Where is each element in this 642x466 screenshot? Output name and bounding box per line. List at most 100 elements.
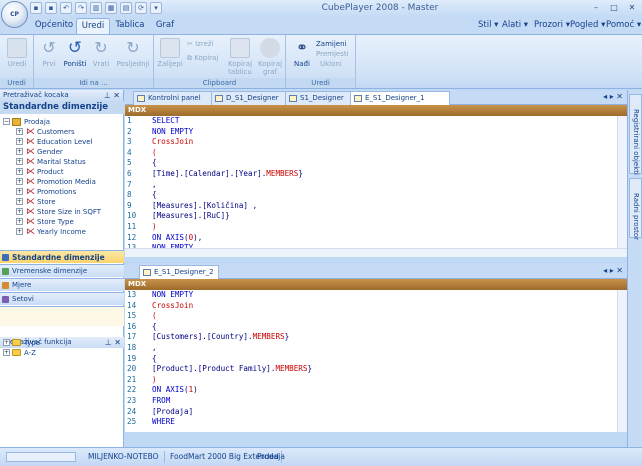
posljednji-button[interactable]: ↻ Posljednji (114, 38, 152, 68)
expand-icon[interactable]: + (16, 218, 23, 225)
code-text: CrossJoin (152, 300, 194, 310)
save-icon[interactable]: ▪ (30, 2, 42, 14)
code-text: FROM (152, 395, 171, 405)
customize-icon[interactable]: ▾ (150, 2, 162, 14)
nav-mjere[interactable]: Mjere (0, 278, 124, 291)
kopiraj-graf-button[interactable]: Kopiraj graf (256, 38, 284, 76)
document-tabs: Kontrolni panel D_S1_Designer S1_Designe… (125, 90, 627, 105)
code-text: , (152, 179, 157, 189)
tab-e-s1-designer-1[interactable]: E_S1_Designer_1 (350, 91, 450, 105)
first-icon: ↺ (42, 38, 56, 57)
tree-a-z[interactable]: + A-Z (0, 348, 124, 358)
refresh-icon[interactable]: ⟳ (135, 2, 147, 14)
zalijepi-button[interactable]: Zalijepi (157, 38, 183, 68)
binoculars-icon: ⚭ (296, 40, 308, 56)
menu-stil[interactable]: Stil ▾ (478, 18, 498, 33)
tab-s1-designer[interactable]: S1_Designer (285, 91, 353, 105)
code-text: [Product].[Product Family].MEMBERS} (152, 364, 313, 374)
dimension-icon: ⋉ (26, 137, 35, 147)
tree-dimension-item[interactable]: + ⋉ Promotions (0, 187, 124, 197)
group-uredi-1: Uredi Uredi (0, 35, 34, 88)
tree-dimension-item[interactable]: + ⋉ Product (0, 167, 124, 177)
tab-tablica[interactable]: Tablica (112, 18, 148, 34)
expand-icon[interactable]: + (16, 138, 23, 145)
minimize-icon[interactable]: – (588, 2, 604, 14)
tree-cube-prodaja[interactable]: − Prodaja (0, 117, 124, 127)
menu-prozori[interactable]: Prozori ▾ (534, 18, 570, 33)
tab-nav-close-icons[interactable]: ◂ ▸ ✕ (603, 266, 623, 275)
prvi-button[interactable]: ↺ Prvi (38, 38, 60, 68)
document-icon (143, 269, 151, 276)
dimension-icon: ⋉ (26, 177, 35, 187)
tree-dimension-item[interactable]: + ⋉ Customers (0, 127, 124, 137)
horizontal-scrollbar[interactable] (125, 248, 627, 257)
tree-type[interactable]: + Type (0, 338, 124, 348)
grid-icon[interactable]: ▦ (105, 2, 117, 14)
tree-dimension-item[interactable]: + ⋉ Yearly Income (0, 227, 124, 237)
tab-opcenito[interactable]: Općenito (34, 18, 74, 34)
expand-icon[interactable]: + (16, 128, 23, 135)
mdx-editor-1[interactable]: 1 SELECT 2 NON EMPTY 3 CrossJoin 4(5{6 [Time].[… (125, 116, 627, 257)
code-text: ON AXIS(1) (152, 385, 198, 395)
mdx-editor-2[interactable]: 13 NON EMPTY 14 CrossJoin 15 (16 {17 [Customers… (125, 290, 627, 432)
menu-pogled[interactable]: Pogled ▾ (570, 18, 605, 33)
nav-setovi[interactable]: Setovi (0, 292, 124, 305)
kopiraj-button[interactable]: ⧉ Kopiraj (187, 54, 218, 63)
maximize-icon[interactable]: □ (606, 2, 622, 14)
expand-icon[interactable]: + (16, 228, 23, 235)
chart-icon[interactable]: ▥ (90, 2, 102, 14)
tree-dimension-item[interactable]: + ⋉ Store (0, 197, 124, 207)
dimension-icon: ⋉ (26, 157, 35, 167)
tree-dimension-item[interactable]: + ⋉ Store Size in SQFT (0, 207, 124, 217)
ukloni-button[interactable]: Ukloni (320, 60, 342, 68)
expand-icon[interactable]: + (16, 198, 23, 205)
cube-browser-header: Pretraživač kocaka ⊥ ✕ (0, 90, 123, 101)
ponisti-button[interactable]: ↺ Poništi (62, 38, 88, 68)
kopiraj-tablicu-button[interactable]: Kopiraj tablicu (226, 38, 254, 76)
redo-icon[interactable]: ↷ (75, 2, 87, 14)
menu-alati[interactable]: Alati ▾ (502, 18, 528, 33)
line-number: 22 (127, 385, 137, 395)
expand-icon[interactable]: + (16, 168, 23, 175)
close-icon[interactable]: ✕ (624, 2, 640, 14)
uredi-button[interactable]: Uredi (3, 38, 31, 68)
tab-registrirani-objekti[interactable]: Registrirani objekti (629, 94, 642, 175)
tab-nav-close-icons[interactable]: ◂ ▸ ✕ (603, 92, 623, 101)
tab-uredi[interactable]: Uredi (76, 18, 110, 34)
folder-icon (12, 339, 21, 346)
measures-nav-icon (2, 282, 9, 289)
code-text: [Prodaja] (152, 406, 194, 416)
izrezi-button[interactable]: ✂ Izreži (187, 40, 214, 48)
undo-icon[interactable]: ↶ (60, 2, 72, 14)
nav-standardne-dimenzije[interactable]: Standardne dimenzije (0, 250, 124, 263)
tree-dimension-item[interactable]: + ⋉ Promotion Media (0, 177, 124, 187)
tree-dimension-item[interactable]: + ⋉ Education Level (0, 137, 124, 147)
vrati-button[interactable]: ↻ Vrati (90, 38, 112, 68)
save-all-icon[interactable]: ▪ (45, 2, 57, 14)
expand-icon[interactable]: + (16, 208, 23, 215)
expand-icon[interactable]: + (16, 178, 23, 185)
tab-e-s1-designer-2[interactable]: E_S1_Designer_2 (139, 265, 219, 279)
expand-icon[interactable]: + (16, 148, 23, 155)
tab-radni-prostor[interactable]: Radni prostor (629, 178, 642, 240)
line-number: 10 (127, 211, 137, 221)
vertical-scrollbar[interactable] (617, 116, 627, 248)
expand-icon[interactable]: + (16, 158, 23, 165)
code-line: 12 ON AXIS(0), (125, 233, 627, 244)
tree-dimension-item[interactable]: + ⋉ Gender (0, 147, 124, 157)
nadi-button[interactable]: ⚭ Nađi (290, 38, 314, 68)
tree-dimension-item[interactable]: + ⋉ Store Type (0, 217, 124, 227)
tab-graf[interactable]: Graf (150, 18, 180, 34)
dimension-tree: − Prodaja + ⋉ Customers + ⋉ Education Level + ⋉ G… (0, 117, 124, 237)
pin-close-icons[interactable]: ⊥ ✕ (104, 90, 120, 101)
zamijeni-button[interactable]: Zamijeni (316, 40, 346, 48)
expand-icon[interactable]: + (16, 188, 23, 195)
nav-vremenske-dimenzije[interactable]: Vremenske dimenzije (0, 264, 124, 277)
premjesti-button[interactable]: Premjesti (316, 50, 349, 58)
menu-pomoc[interactable]: Pomoć ▾ (606, 18, 641, 33)
export-icon[interactable]: ▤ (120, 2, 132, 14)
tree-dimension-item[interactable]: + ⋉ Marital Status (0, 157, 124, 167)
vertical-scrollbar[interactable] (617, 290, 627, 432)
code-text: ON AXIS(0), (152, 232, 203, 242)
application-button[interactable]: CP (1, 1, 28, 28)
